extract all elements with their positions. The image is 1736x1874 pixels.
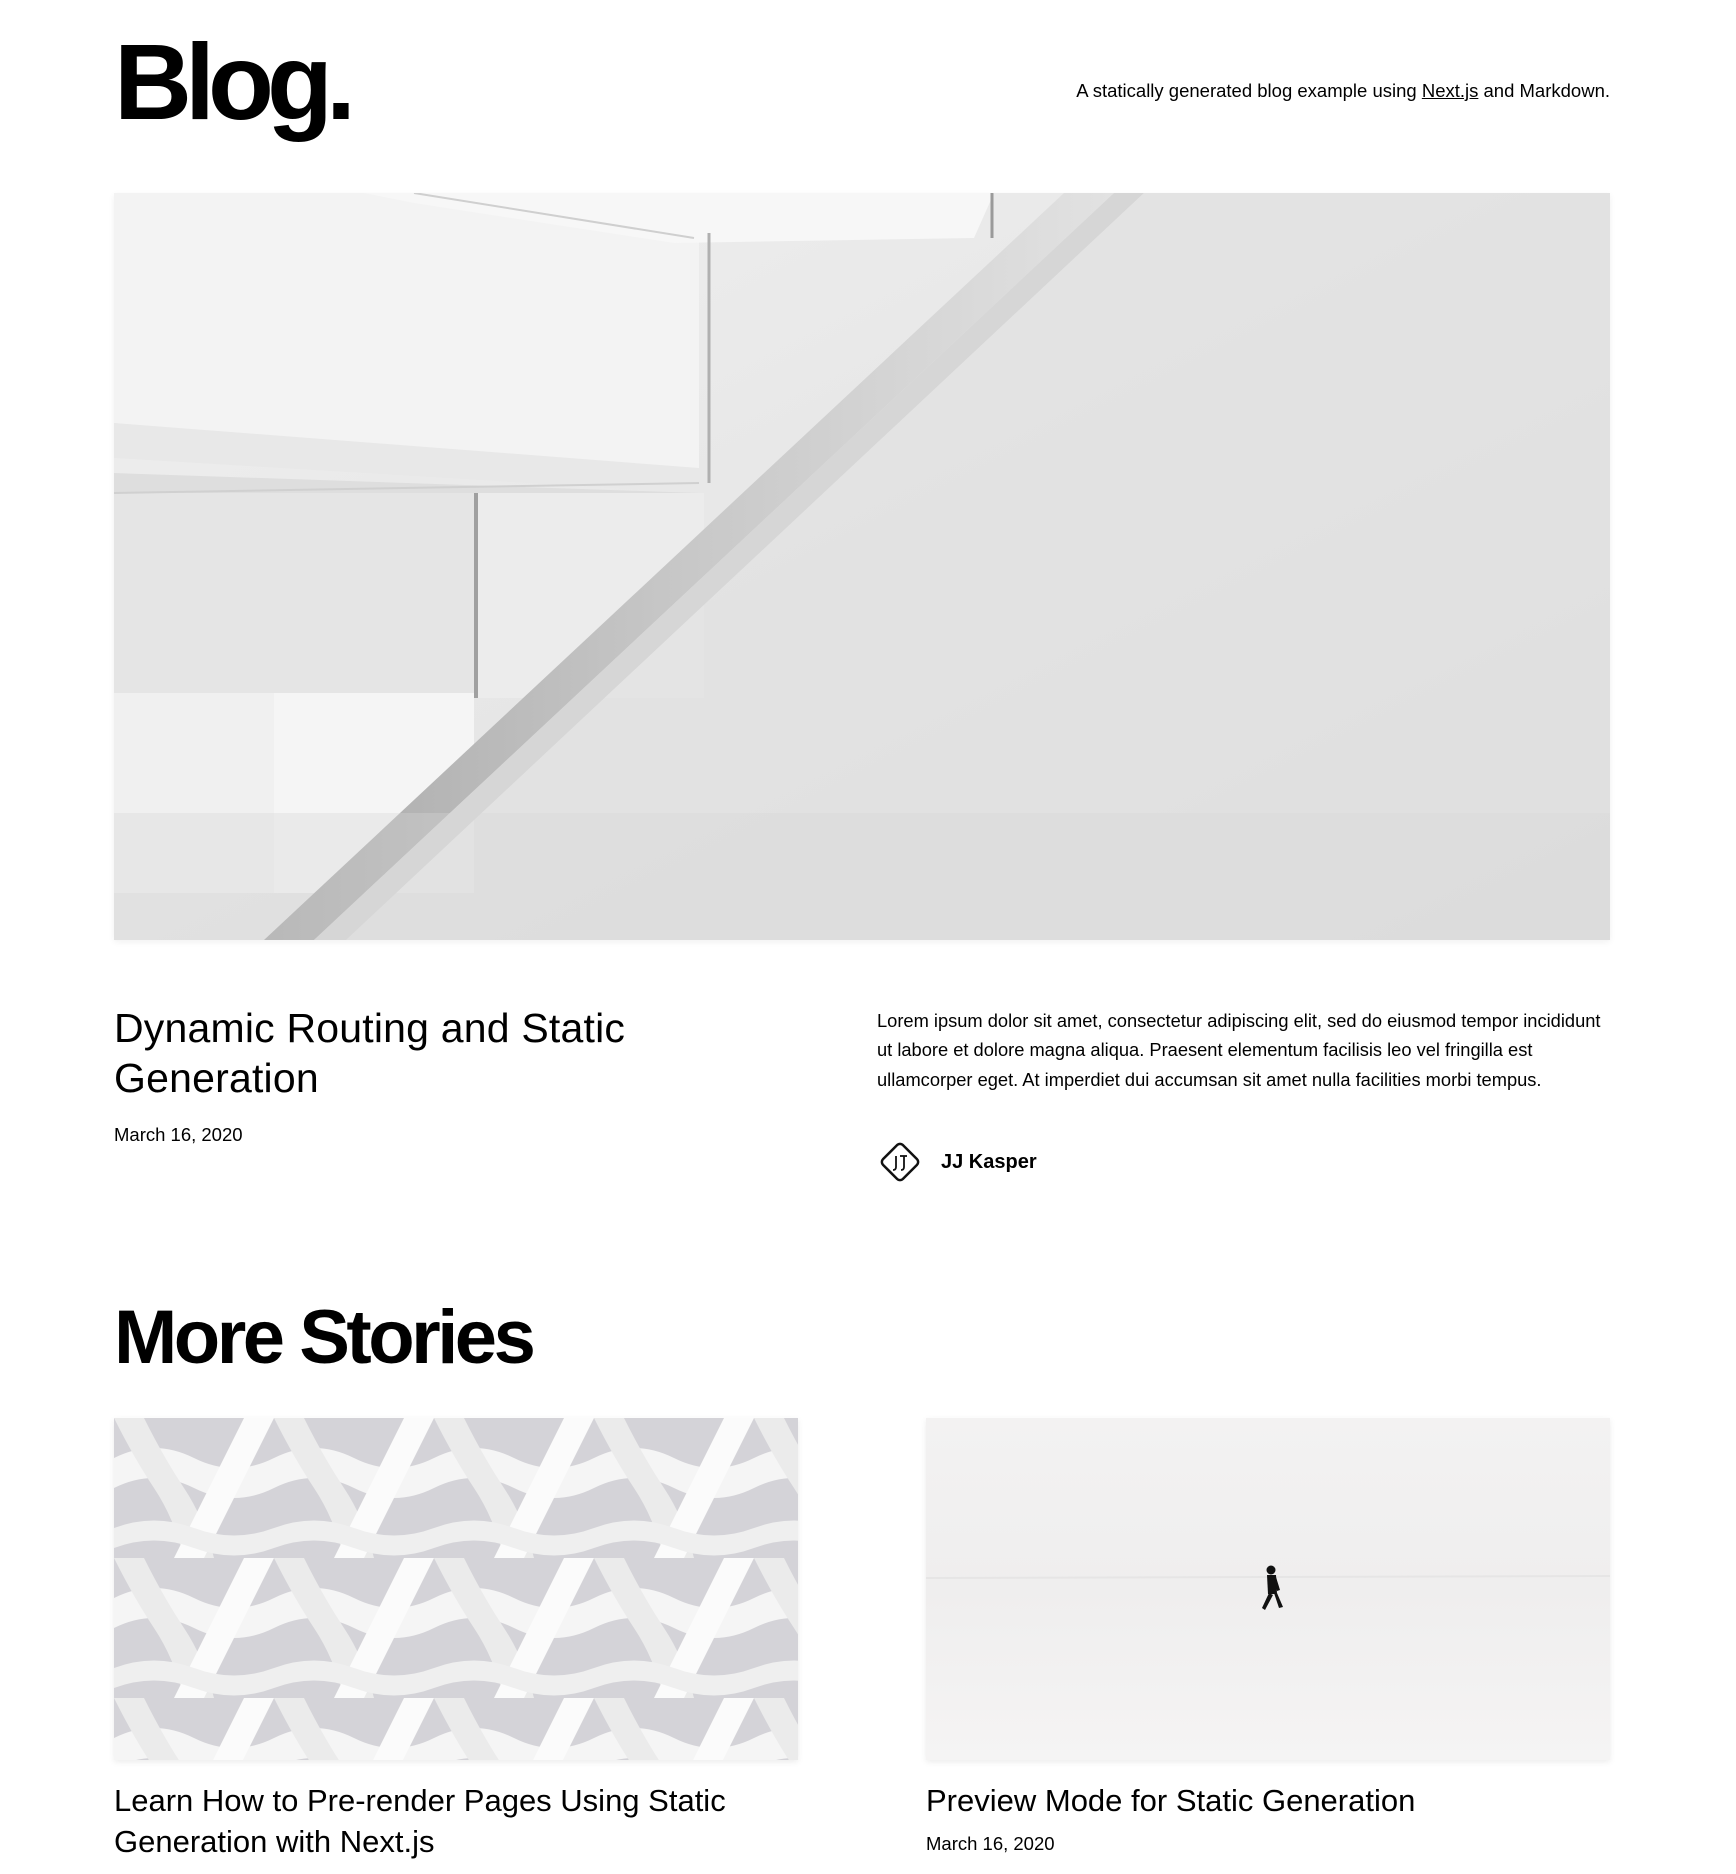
post-cover-image[interactable] [114,1418,798,1760]
post-card: Learn How to Pre-render Pages Using Stat… [114,1418,798,1862]
hero-post-title[interactable]: Dynamic Routing and Static Generation [114,1003,814,1103]
tagline-prefix: A statically generated blog example usin… [1076,80,1422,101]
jj-logo-icon [877,1139,923,1185]
post-title[interactable]: Preview Mode for Static Generation [926,1780,1610,1821]
hero-cover-image[interactable] [114,193,1610,940]
hero-author: JJ Kasper [877,1138,1037,1186]
tagline-suffix: and Markdown. [1478,80,1611,101]
site-tagline: A statically generated blog example usin… [1076,80,1611,101]
more-stories-heading: More Stories [114,1295,536,1380]
site-header: Blog. A statically generated blog exampl… [114,0,1610,160]
nextjs-link[interactable]: Next.js [1422,80,1479,101]
author-name: JJ Kasper [941,1150,1037,1173]
hero-post-date: March 16, 2020 [114,1124,243,1145]
site-title[interactable]: Blog. [114,28,356,136]
post-title[interactable]: Learn How to Pre-render Pages Using Stat… [114,1780,798,1862]
post-cover-image[interactable] [926,1418,1610,1760]
post-card: Preview Mode for Static Generation March… [926,1418,1610,1855]
hero-post-excerpt: Lorem ipsum dolor sit amet, consectetur … [877,1010,1601,1090]
post-date: March 16, 2020 [926,1833,1055,1854]
